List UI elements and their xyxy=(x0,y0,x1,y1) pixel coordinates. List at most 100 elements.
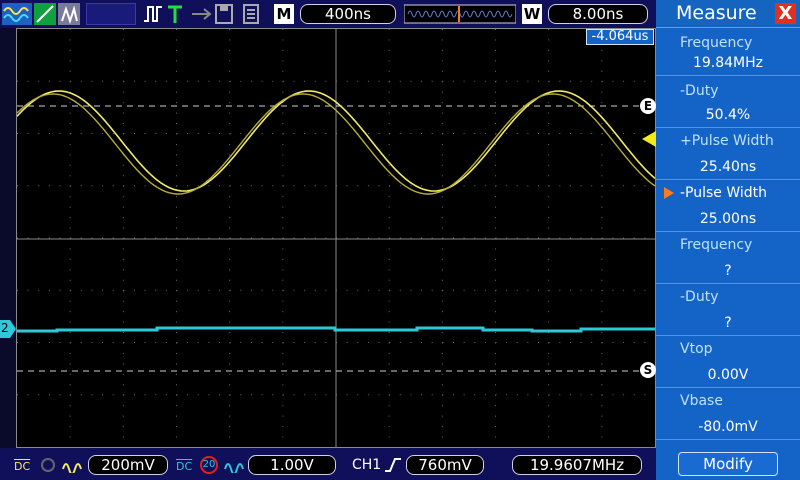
grid-dot xyxy=(495,394,497,396)
grid-dot xyxy=(176,279,177,281)
grid-dot xyxy=(399,133,401,134)
grid-dot xyxy=(229,60,231,62)
grid-dot xyxy=(176,123,177,125)
grid-dot xyxy=(601,49,603,51)
grid-dot xyxy=(399,237,401,239)
grid-dot xyxy=(346,80,348,82)
grid-dot xyxy=(495,342,497,343)
trigger-level[interactable]: 760mV xyxy=(406,455,484,475)
grid-dot xyxy=(367,133,369,134)
grid-dot xyxy=(261,237,263,239)
grid-dot xyxy=(133,394,135,396)
grid-dot xyxy=(569,80,571,82)
grid-dot xyxy=(144,289,146,291)
grid-dot xyxy=(304,185,306,187)
measure-value-2: 50.4% xyxy=(656,102,800,128)
grid-dot xyxy=(548,258,550,260)
grid-dot xyxy=(357,237,359,239)
trigger-level-marker[interactable] xyxy=(640,131,656,147)
grid-dot xyxy=(644,80,646,82)
ch2-coupling[interactable]: DC xyxy=(176,455,196,475)
grid-dot xyxy=(229,196,231,198)
grid-dot xyxy=(474,289,476,291)
grid-dot xyxy=(122,279,124,281)
ch2-bandwidth-icon xyxy=(224,463,244,473)
grid-dot xyxy=(144,133,146,134)
grid-dot xyxy=(314,133,316,134)
grid-dot xyxy=(176,352,177,354)
close-button[interactable]: X xyxy=(775,3,796,24)
grid-dot xyxy=(229,248,231,250)
ch1-scale[interactable]: 200mV xyxy=(88,455,168,475)
main-timebase-label: M xyxy=(274,4,294,24)
grid-dot xyxy=(548,112,550,114)
grid-dot xyxy=(441,60,443,62)
save-icon[interactable] xyxy=(214,3,234,25)
ch2-bw-limit[interactable]: 20 xyxy=(200,456,218,474)
grid-dot xyxy=(388,321,390,323)
grid-dot xyxy=(133,289,135,291)
grid-dot xyxy=(399,342,401,343)
modify-button[interactable]: Modify xyxy=(678,452,778,476)
measure-label-6[interactable]: -Duty xyxy=(656,284,800,310)
window-label: W xyxy=(522,4,542,24)
window-time-value[interactable]: 8.00ns xyxy=(548,4,648,24)
grid-dot xyxy=(282,258,284,260)
grid-dot xyxy=(176,332,177,334)
ch2-ref-marker[interactable]: S xyxy=(640,362,656,378)
grid-dot xyxy=(17,133,18,134)
grid-dot xyxy=(495,91,496,93)
grid-dot xyxy=(452,80,454,82)
grid-dot xyxy=(144,80,146,82)
grid-dot xyxy=(197,394,199,396)
grid-dot xyxy=(69,60,71,62)
measure-label-7[interactable]: Vtop xyxy=(656,336,800,362)
grid-dot xyxy=(612,185,614,187)
timebase-value[interactable]: 400ns xyxy=(300,4,396,24)
grid-dot xyxy=(548,300,550,302)
grid-dot xyxy=(441,112,443,114)
grid-dot xyxy=(601,164,603,166)
grid-dot xyxy=(388,227,390,229)
measure-label-4[interactable]: -Pulse Width xyxy=(656,180,800,206)
grid-dot xyxy=(388,143,390,145)
ch2-scale[interactable]: 1.00V xyxy=(248,455,336,475)
grid-dot xyxy=(441,227,443,229)
grid-dot xyxy=(367,394,369,396)
grid-dot xyxy=(27,342,29,343)
grid-dot xyxy=(282,279,284,281)
grid-dot xyxy=(388,164,390,166)
grid-dot xyxy=(431,185,433,187)
measure-label-8[interactable]: Vbase xyxy=(656,388,800,414)
grid-dot xyxy=(48,289,50,291)
measure-label-2[interactable]: -Duty xyxy=(656,78,800,104)
grid-dot xyxy=(48,133,50,134)
grid-dot xyxy=(17,237,18,239)
grid-dot xyxy=(17,342,18,343)
grid-dot xyxy=(69,154,71,156)
grid-dot xyxy=(601,91,603,93)
measure-label-3[interactable]: +Pulse Width xyxy=(656,128,800,154)
measure-label-5[interactable]: Frequency xyxy=(656,232,800,258)
grid-dot xyxy=(548,227,550,229)
grid-dot xyxy=(314,289,316,291)
grid-dot xyxy=(122,217,124,219)
grid-dot xyxy=(591,80,593,82)
grid-dot xyxy=(70,237,72,239)
grid-dot xyxy=(538,342,540,343)
grid-dot xyxy=(122,363,124,365)
grid-dot xyxy=(495,196,496,198)
grid-dot xyxy=(122,91,124,93)
grid-dot xyxy=(80,342,82,343)
ch1-coupling[interactable]: DC xyxy=(14,455,34,475)
grid-dot xyxy=(70,342,72,343)
ch1-ref-marker[interactable]: E xyxy=(640,98,656,114)
grid-dot xyxy=(601,80,603,82)
grid-dot xyxy=(112,237,114,239)
grid-dot xyxy=(122,123,124,125)
grid-dot xyxy=(441,39,443,41)
grid-dot xyxy=(601,60,603,62)
grid-dot xyxy=(495,311,496,313)
trigger-source[interactable]: CH1 xyxy=(352,455,382,475)
grid-dot xyxy=(388,258,390,260)
